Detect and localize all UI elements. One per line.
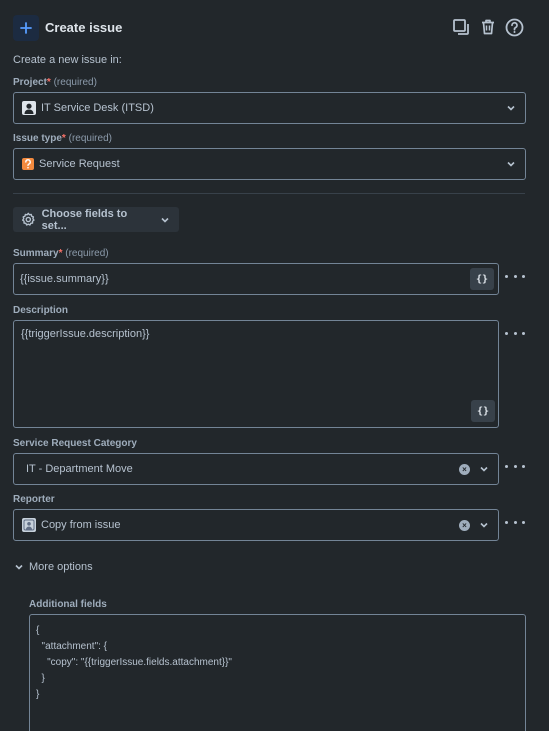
duplicate-button[interactable] xyxy=(451,17,471,37)
code-line: } xyxy=(36,689,40,700)
choose-fields-label: Choose fields to set... xyxy=(41,207,128,232)
clear-icon[interactable]: × xyxy=(459,519,470,531)
service-request-icon xyxy=(22,158,34,170)
summary-value: {{issue.summary}} xyxy=(20,273,109,285)
chevron-down-icon xyxy=(15,564,23,570)
issue-type-select[interactable]: Service Request xyxy=(13,148,526,180)
description-more-icon[interactable] xyxy=(505,327,525,339)
description-textarea[interactable]: {{triggerIssue.description}} xyxy=(13,320,499,428)
chevron-down-icon xyxy=(505,102,517,114)
category-more-icon[interactable] xyxy=(505,460,525,472)
project-label: Project* (required) xyxy=(13,77,97,88)
code-line: "attachment": { xyxy=(36,641,108,652)
code-line: { xyxy=(36,625,40,636)
trash-icon xyxy=(482,19,494,35)
issue-type-value: Service Request xyxy=(39,158,120,170)
smart-value-button[interactable]: {} xyxy=(471,400,495,422)
description-label: Description xyxy=(13,305,69,316)
help-icon xyxy=(505,18,523,36)
service-request-category-value: IT - Department Move xyxy=(26,463,133,475)
chevron-down-icon xyxy=(478,519,490,531)
choose-fields-button[interactable]: Choose fields to set... xyxy=(13,207,179,232)
reporter-more-icon[interactable] xyxy=(505,516,525,528)
issue-type-label: Issue type* (required) xyxy=(13,133,112,144)
project-avatar-icon xyxy=(22,101,36,115)
user-avatar-icon xyxy=(22,518,36,532)
gear-icon xyxy=(21,212,35,226)
add-issue-icon-button[interactable] xyxy=(13,15,39,41)
copy-icon xyxy=(453,19,469,35)
plus-icon xyxy=(20,22,32,34)
additional-fields-editor[interactable]: { "attachment": { "copy": "{{triggerIssu… xyxy=(29,614,526,731)
summary-label: Summary* (required) xyxy=(13,248,109,259)
service-request-category-select[interactable]: IT - Department Move × xyxy=(13,453,499,485)
section-divider xyxy=(13,193,525,194)
project-select[interactable]: IT Service Desk (ITSD) xyxy=(13,92,526,124)
smart-value-button[interactable]: {} xyxy=(470,268,494,290)
additional-fields-label: Additional fields xyxy=(29,599,107,610)
project-value: IT Service Desk (ITSD) xyxy=(41,102,154,114)
more-options-toggle[interactable]: More options xyxy=(14,561,93,573)
chevron-down-icon xyxy=(505,158,517,170)
chevron-down-icon xyxy=(478,463,490,475)
reporter-value: Copy from issue xyxy=(41,519,121,531)
reporter-select[interactable]: Copy from issue × xyxy=(13,509,499,541)
intro-text: Create a new issue in: xyxy=(13,54,122,66)
code-line: } xyxy=(36,673,45,684)
service-request-category-label: Service Request Category xyxy=(13,438,137,449)
panel-title: Create issue xyxy=(45,20,123,35)
reporter-label: Reporter xyxy=(13,494,55,505)
summary-more-icon[interactable] xyxy=(505,270,525,282)
summary-input[interactable]: {{issue.summary}} {} xyxy=(13,263,499,295)
clear-icon[interactable]: × xyxy=(459,463,470,475)
chevron-down-icon xyxy=(159,214,171,226)
code-line: "copy": "{{triggerIssue.fields.attachmen… xyxy=(36,657,232,668)
delete-button[interactable] xyxy=(478,17,498,37)
description-value: {{triggerIssue.description}} xyxy=(21,328,150,340)
more-options-label: More options xyxy=(29,561,93,573)
help-button[interactable] xyxy=(504,17,524,37)
